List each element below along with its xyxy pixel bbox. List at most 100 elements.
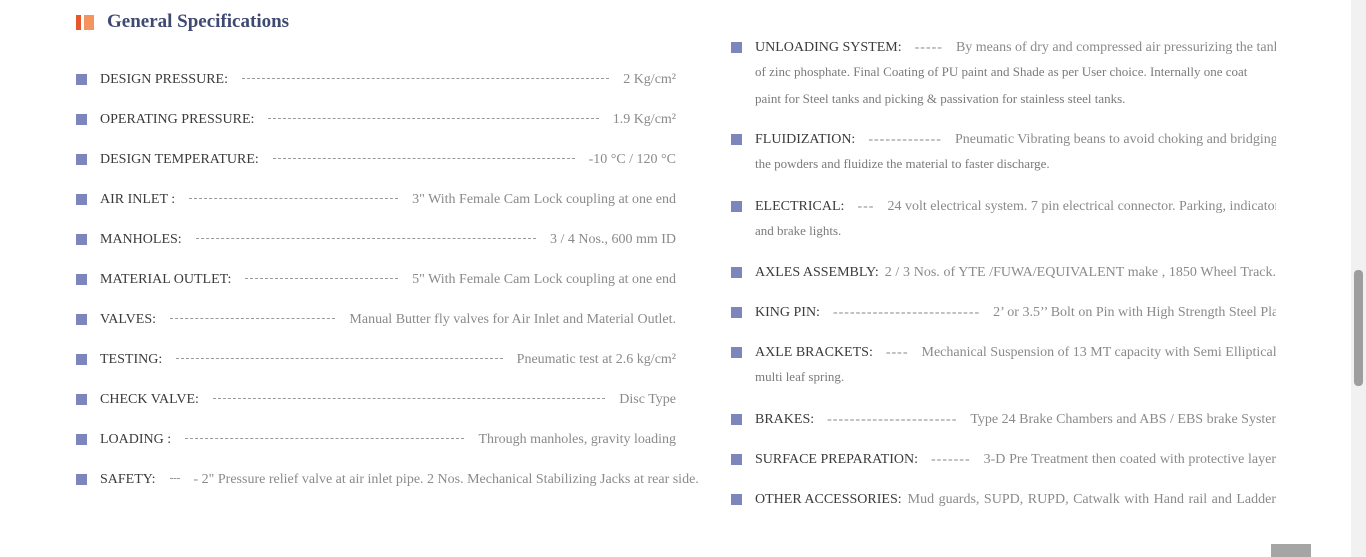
spec-row: AXLE BRACKETS: ---- Mechanical Suspension …: [731, 343, 1276, 390]
spec-label: SURFACE PREPARATION:: [755, 452, 918, 467]
square-bullet-icon: [76, 113, 87, 125]
spec-value: -10 °C / 120 °C: [588, 152, 676, 167]
square-bullet-icon: [76, 153, 87, 165]
square-bullet-icon: [731, 41, 742, 53]
spec-value: 24 volt electrical system. 7 pin electri…: [887, 199, 1276, 214]
spec-value: Pneumatic Vibrating beans to avoid choki…: [954, 132, 1276, 147]
spec-value-continuation: of zinc phosphate. Final Coating of PU p…: [755, 64, 1248, 79]
dotted-leader: [176, 358, 503, 359]
spec-row: AXLES ASSEMBLY: 2 / 3 Nos. of YTE /FUWA/E…: [731, 263, 1276, 283]
section-heading: General Specifications: [76, 8, 289, 36]
spec-label: BRAKES:: [755, 412, 815, 427]
dotted-leader: [212, 398, 606, 399]
spec-label: AXLES ASSEMBLY:: [755, 265, 879, 280]
dash-leader: -----: [914, 40, 943, 55]
square-bullet-icon: [731, 266, 742, 278]
dotted-leader: [170, 318, 336, 319]
spec-row: MANHOLES: 3 / 4 Nos., 600 mm ID: [76, 230, 676, 250]
spec-value: Through manholes, gravity loading: [478, 432, 676, 447]
spec-label: DESIGN PRESSURE:: [100, 72, 228, 87]
square-bullet-icon: [731, 133, 742, 145]
spec-value: 3 / 4 Nos., 600 mm ID: [550, 232, 676, 247]
spec-label: MANHOLES:: [100, 232, 182, 247]
square-bullet-icon: [76, 393, 87, 405]
spec-label: AIR INLET :: [100, 192, 176, 207]
scrollbar-thumb[interactable]: [1354, 270, 1363, 386]
spec-label: MATERIAL OUTLET:: [100, 272, 232, 287]
square-bullet-icon: [731, 413, 742, 425]
dotted-leader: [272, 158, 575, 159]
spec-row: UNLOADING SYSTEM: ----- By means of dry an…: [731, 38, 1276, 112]
spec-label: SAFETY:: [100, 472, 156, 487]
spec-value: By means of dry and compressed air press…: [955, 40, 1276, 55]
dotted-leader: [241, 78, 610, 79]
spec-label: LOADING :: [100, 432, 172, 447]
spec-label: ELECTRICAL:: [755, 199, 845, 214]
spec-value: 3-D Pre Treatment then coated with prote…: [983, 452, 1276, 467]
spec-label: TESTING:: [100, 352, 163, 367]
square-bullet-icon: [76, 353, 87, 365]
spec-value: 2’ or 3.5’’ Bolt on Pin with High Streng…: [993, 305, 1276, 320]
spec-row: SURFACE PREPARATION: ------- 3-D Pre Treat…: [731, 450, 1276, 470]
dash-leader: -------------: [868, 132, 942, 147]
spec-value: 2 / 3 Nos. of YTE /FUWA/EQUIVALENT make …: [884, 265, 1276, 280]
back-to-top-button[interactable]: [1271, 544, 1311, 557]
spec-row: LOADING : Through manholes, gravity loadi…: [76, 430, 676, 450]
spec-value: Disc Type: [619, 392, 676, 407]
dotted-leader: [195, 238, 536, 239]
spec-value-continuation: and brake lights.: [755, 223, 842, 238]
square-bullet-icon: [731, 200, 742, 212]
spec-value: Manual Butter fly valves for Air Inlet a…: [349, 312, 676, 327]
square-bullet-icon: [731, 493, 742, 505]
spec-row: SAFETY: - 2" Pressure relief valve at air…: [76, 470, 699, 490]
dash-leader: --------------------------: [832, 305, 981, 320]
heading-accent-icon: [76, 14, 94, 30]
square-bullet-icon: [76, 273, 87, 285]
spec-row: BRAKES: ----------------------- Type 24 Br…: [731, 410, 1276, 430]
square-bullet-icon: [76, 73, 87, 85]
dotted-leader: [268, 118, 599, 119]
spec-value: 1.9 Kg/cm²: [612, 112, 676, 127]
square-bullet-icon: [731, 346, 742, 358]
spec-value: Pneumatic test at 2.6 kg/cm²: [516, 352, 676, 367]
dotted-leader: [189, 198, 399, 199]
square-bullet-icon: [76, 473, 87, 485]
spec-value: Mud guards, SUPD, RUPD, Catwalk with Han…: [907, 492, 1276, 507]
spec-row: CHECK VALVE: Disc Type: [76, 390, 676, 410]
square-bullet-icon: [731, 306, 742, 318]
square-bullet-icon: [76, 433, 87, 445]
spec-value: 5" With Female Cam Lock coupling at one …: [412, 272, 676, 287]
spec-label: KING PIN:: [755, 305, 820, 320]
spec-value: 3" With Female Cam Lock coupling at one …: [412, 192, 676, 207]
page-title: General Specifications: [107, 11, 290, 32]
spec-label: CHECK VALVE:: [100, 392, 199, 407]
spec-row: DESIGN TEMPERATURE: -10 °C / 120 °C: [76, 150, 676, 170]
spec-value: Mechanical Suspension of 13 MT capacity …: [921, 345, 1277, 360]
square-bullet-icon: [731, 453, 742, 465]
spec-label: OTHER ACCESSORIES:: [755, 492, 902, 507]
spec-value: Type 24 Brake Chambers and ABS / EBS bra…: [970, 412, 1276, 427]
square-bullet-icon: [76, 313, 87, 325]
spec-row: TESTING: Pneumatic test at 2.6 kg/cm²: [76, 350, 676, 370]
dash-leader: ----: [885, 345, 909, 360]
vertical-scrollbar[interactable]: [1351, 0, 1366, 557]
square-bullet-icon: [76, 233, 87, 245]
spec-value: - 2" Pressure relief valve at air inlet …: [193, 472, 699, 487]
spec-label: DESIGN TEMPERATURE:: [100, 152, 259, 167]
dotted-leader: [185, 438, 465, 439]
spec-row: AIR INLET : 3" With Female Cam Lock coupl…: [76, 190, 676, 210]
dotted-leader: [245, 278, 399, 279]
spec-label: VALVES:: [100, 312, 157, 327]
spec-row: VALVES: Manual Butter fly valves for Air …: [76, 310, 676, 330]
spec-value-continuation: paint for Steel tanks and picking & pass…: [755, 91, 1126, 106]
square-bullet-icon: [76, 193, 87, 205]
dash-leader: -------: [931, 452, 971, 467]
dash-leader: -----------------------: [827, 412, 958, 427]
spec-row: MATERIAL OUTLET: 5" With Female Cam Lock …: [76, 270, 676, 290]
spec-value: 2 Kg/cm²: [623, 72, 676, 87]
spec-row: FLUIDIZATION: ------------- Pneumatic Vibr…: [731, 130, 1276, 177]
spec-value-continuation: the powders and fluidize the material to…: [755, 156, 1050, 171]
spec-label: UNLOADING SYSTEM:: [755, 40, 902, 55]
spec-row: OTHER ACCESSORIES: Mud guards, SUPD, RUPD…: [731, 490, 1276, 510]
spec-label: AXLE BRACKETS:: [755, 345, 873, 360]
